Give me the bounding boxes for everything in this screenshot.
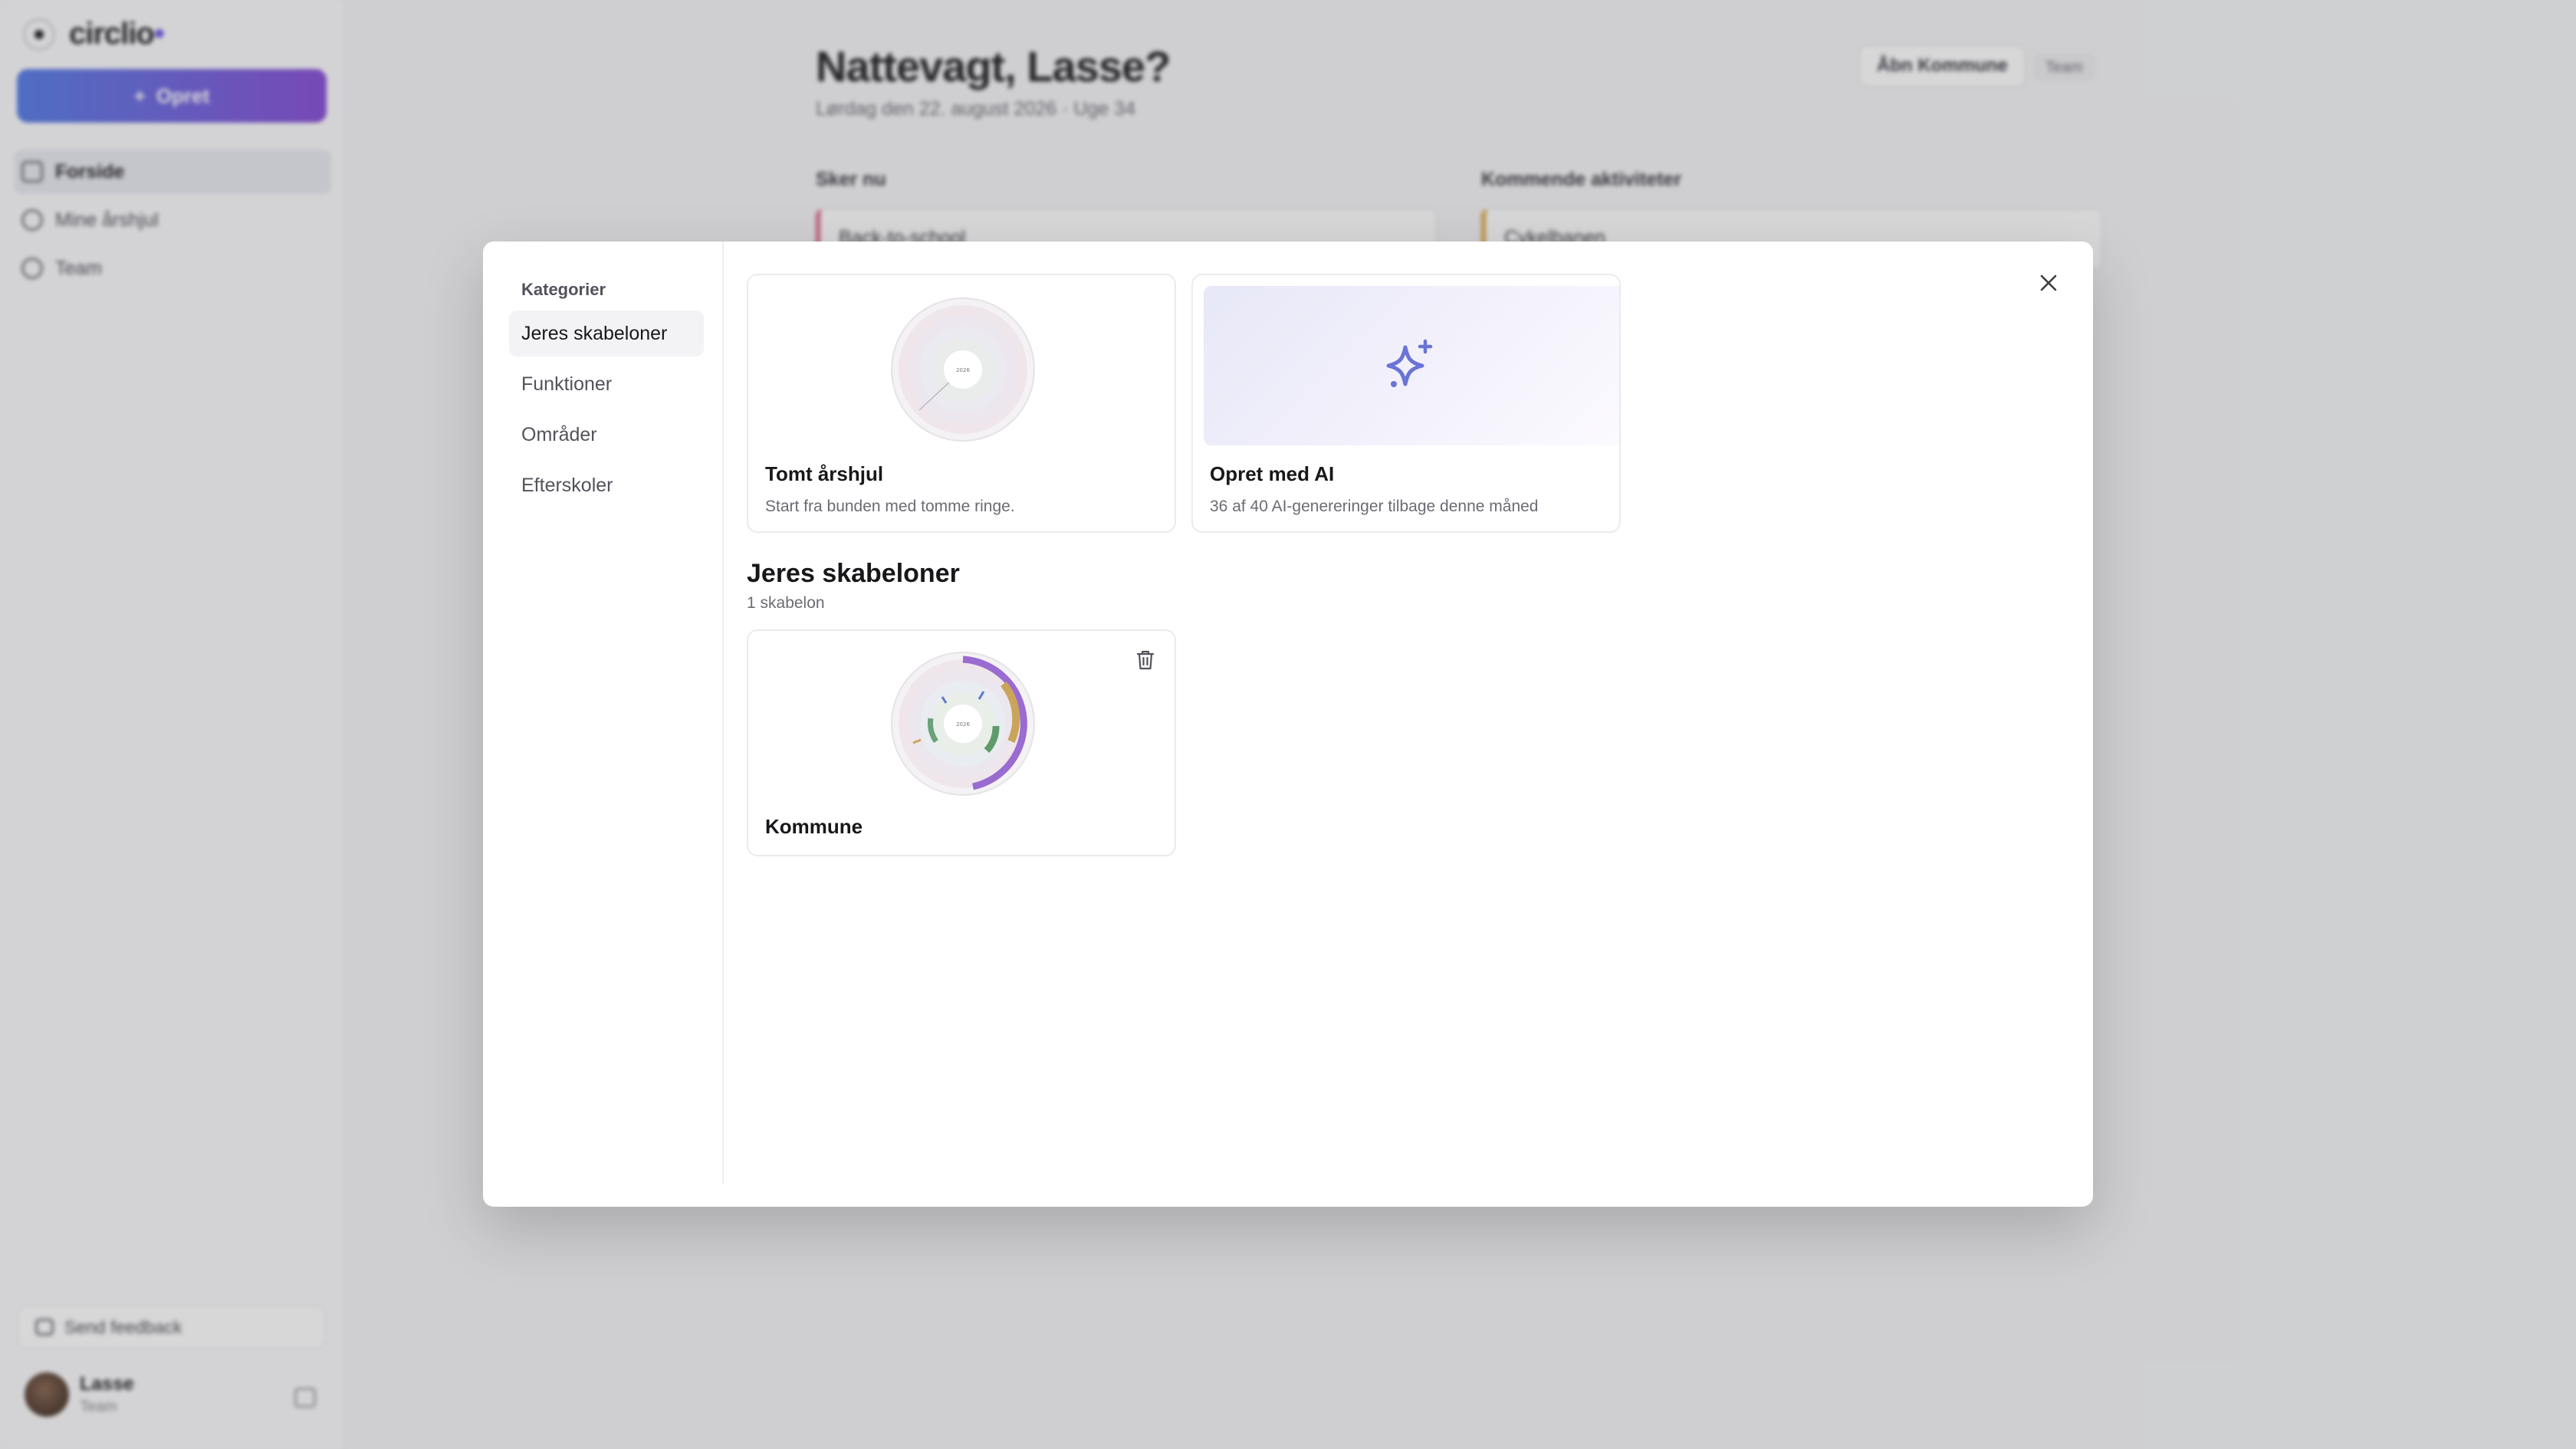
ai-preview-panel: [1204, 286, 1619, 445]
template-card-kommune[interactable]: 2026 Kommune: [747, 629, 1176, 856]
empty-wheel-description: Start fra bunden med tomme ringe.: [765, 498, 1015, 515]
close-button[interactable]: [2027, 261, 2070, 304]
category-item-funktioner[interactable]: Funktioner: [509, 361, 704, 407]
trash-icon: [1136, 650, 1155, 670]
category-list: Jeres skabeloner Funktioner Områder Efte…: [509, 310, 704, 513]
template-title: Kommune: [765, 815, 863, 838]
templates-section-title: Jeres skabeloner: [747, 559, 960, 588]
category-item-omrader[interactable]: Områder: [509, 412, 704, 458]
create-with-ai-card[interactable]: Opret med AI 36 af 40 AI-genereringer ti…: [1191, 274, 1621, 533]
sparkle-icon: [1386, 339, 1433, 387]
category-sidebar: Kategorier Jeres skabeloner Funktioner O…: [483, 242, 724, 1184]
template-picker-modal: Kategorier Jeres skabeloner Funktioner O…: [483, 242, 2093, 1207]
category-item-efterskoler[interactable]: Efterskoler: [509, 462, 704, 508]
wheel-year-label: 2026: [956, 721, 970, 728]
kommune-wheel-preview: 2026: [891, 652, 1035, 796]
delete-template-button[interactable]: [1130, 645, 1161, 675]
empty-wheel-preview: 2026: [891, 297, 1035, 442]
categories-heading: Kategorier: [521, 280, 606, 299]
create-with-ai-title: Opret med AI: [1210, 462, 1335, 485]
templates-count: 1 skabelon: [747, 594, 825, 612]
ai-generations-remaining: 36 af 40 AI-genereringer tilbage denne m…: [1210, 498, 1539, 515]
close-icon: [2040, 274, 2057, 291]
category-item-jeres-skabeloner[interactable]: Jeres skabeloner: [509, 310, 704, 356]
empty-wheel-card[interactable]: 2026 Tomt årshjul Start fra bunden med t…: [747, 274, 1176, 533]
wheel-year-label: 2026: [956, 367, 970, 373]
empty-wheel-title: Tomt årshjul: [765, 462, 884, 485]
